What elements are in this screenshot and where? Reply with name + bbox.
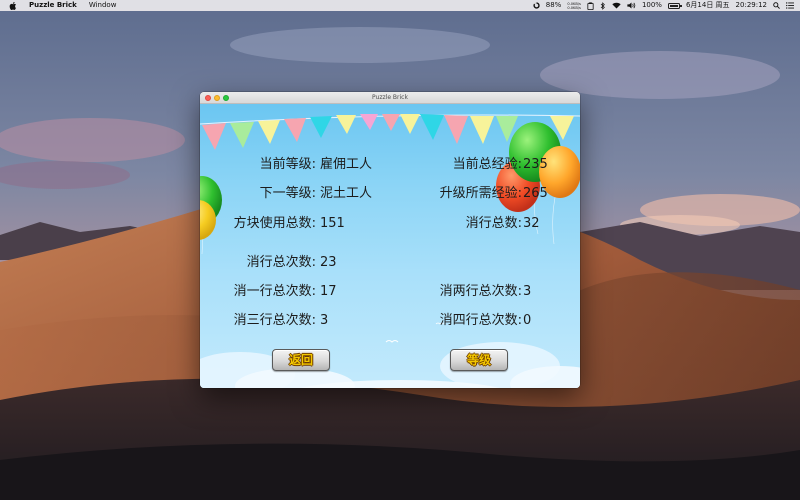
app-window: Puzzle Brick 当前等级: 雇佣工人 下一等级: 泥土工人 方块使用总…: [200, 92, 580, 388]
window-title: Puzzle Brick: [372, 94, 408, 101]
single-clear-value: 17: [320, 284, 337, 299]
back-button[interactable]: 返回: [272, 349, 330, 371]
upgrade-exp-value: 265: [523, 186, 548, 201]
current-exp-label: 当前总经验:: [452, 157, 522, 172]
apple-icon[interactable]: [9, 1, 17, 10]
notification-center-icon[interactable]: [786, 2, 794, 9]
double-clear-label: 消两行总次数:: [439, 284, 522, 299]
current-level-label: 当前等级:: [259, 157, 316, 172]
double-clear-value: 3: [523, 284, 532, 299]
level-button[interactable]: 等级: [450, 349, 508, 371]
quad-clear-value: 0: [523, 313, 532, 328]
next-level-label: 下一等级:: [259, 186, 316, 201]
single-clear-label: 消一行总次数:: [233, 284, 316, 299]
upgrade-exp-label: 升级所需经验:: [439, 186, 522, 201]
menubar-time[interactable]: 20:29:12: [736, 0, 767, 11]
status-area: 88% 0.0KB/s 0.0KB/s 100% 6月14日 周五 20:29:…: [533, 0, 794, 11]
quad-clear-label: 消四行总次数:: [439, 313, 522, 328]
net-down-value: 0.0KB/s: [567, 6, 581, 10]
total-lines-label: 消行总数:: [465, 216, 522, 231]
battery-level-fill: [669, 4, 678, 7]
total-lines-value: 32: [523, 216, 540, 231]
party-background: [200, 114, 580, 388]
next-level-value: 泥土工人: [320, 186, 373, 201]
battery-icon[interactable]: [667, 2, 682, 9]
stats-panel: 当前等级: 雇佣工人 下一等级: 泥土工人 方块使用总数: 151 当前总经验:…: [200, 104, 580, 388]
network-speed[interactable]: 0.0KB/s 0.0KB/s: [567, 2, 581, 10]
volume-icon[interactable]: [627, 2, 636, 9]
bluetooth-icon[interactable]: [600, 1, 606, 10]
menu-app-name[interactable]: Puzzle Brick: [29, 0, 77, 11]
current-exp-value: 235: [523, 157, 548, 172]
cpu-ring-icon[interactable]: [533, 2, 540, 9]
clipboard-icon[interactable]: [587, 1, 594, 10]
triple-clear-value: 3: [320, 313, 329, 328]
triple-clear-label: 消三行总次数:: [233, 313, 316, 328]
menu-bar: Puzzle Brick Window 88% 0.0KB/s 0.0KB/s …: [0, 0, 800, 11]
menubar-date[interactable]: 6月14日 周五: [686, 0, 730, 11]
clear-times-value: 23: [320, 255, 337, 270]
menu-window[interactable]: Window: [89, 0, 117, 11]
clear-times-label: 消行总次数:: [246, 255, 316, 270]
battery-percent: 100%: [641, 1, 662, 9]
cpu-percent: 88%: [545, 1, 562, 9]
spotlight-icon[interactable]: [773, 2, 780, 9]
current-level-value: 雇佣工人: [320, 157, 373, 172]
total-blocks-value: 151: [320, 216, 345, 231]
window-titlebar[interactable]: Puzzle Brick: [200, 92, 580, 104]
wifi-icon[interactable]: [612, 2, 621, 9]
total-blocks-label: 方块使用总数:: [233, 216, 316, 231]
